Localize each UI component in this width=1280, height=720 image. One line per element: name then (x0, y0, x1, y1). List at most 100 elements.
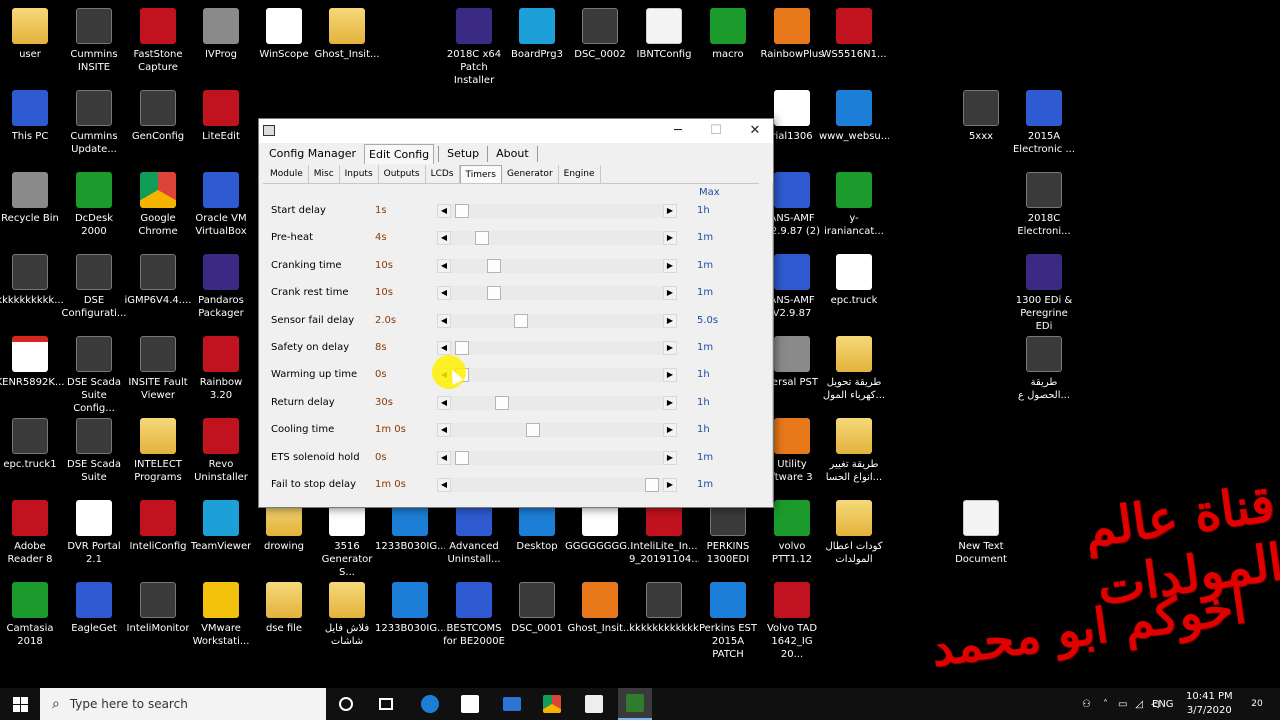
slider-right-arrow-icon[interactable]: ▶ (663, 204, 677, 218)
minimize-button[interactable]: ─ (659, 119, 697, 143)
desktop-icon[interactable]: Cummins INSITE (61, 8, 127, 74)
desktop-icon[interactable]: LiteEdit (188, 90, 254, 143)
timer-slider[interactable]: ◀▶ (437, 231, 677, 245)
desktop-icon[interactable]: dse file (251, 582, 317, 635)
timer-slider[interactable]: ◀▶ (437, 478, 677, 492)
desktop-icon[interactable]: user (0, 8, 63, 61)
notification-center[interactable]: 20 (1240, 688, 1274, 720)
desktop-icon[interactable]: volvo PTT1.12 (759, 500, 825, 566)
desktop-icon[interactable]: PERKINS 1300EDI (695, 500, 761, 566)
desktop-icon[interactable]: KENR5892K... (0, 336, 64, 389)
desktop-icon[interactable]: INTELECT Programs (125, 418, 191, 484)
desktop-icon[interactable]: DSE Scada Suite (61, 418, 127, 484)
timer-slider[interactable]: ◀▶ (437, 341, 677, 355)
people-icon[interactable]: ⚇ (1082, 699, 1091, 710)
close-button[interactable]: ✕ (736, 119, 774, 143)
slider-thumb[interactable] (455, 204, 469, 218)
desktop-icon[interactable]: DSE Scada Suite Config... (61, 336, 127, 415)
subtab-inputs[interactable]: Inputs (340, 165, 379, 183)
desktop-icon[interactable]: Oracle VM VirtualBox (188, 172, 254, 238)
tab-config-manager[interactable]: Config Manager (265, 144, 360, 164)
taskbar-mail[interactable] (500, 688, 524, 720)
desktop-icon[interactable]: Camtasia 2018 (0, 582, 63, 648)
slider-right-arrow-icon[interactable]: ▶ (663, 451, 677, 465)
battery-icon[interactable]: ▭ (1118, 699, 1127, 710)
desktop-icon[interactable]: Google Chrome (125, 172, 191, 238)
slider-thumb[interactable] (645, 478, 659, 492)
desktop-icon[interactable]: Recycle Bin (0, 172, 63, 225)
desktop-icon[interactable]: This PC (0, 90, 63, 143)
desktop-icon[interactable]: y-iraniancat... (821, 172, 887, 238)
timer-slider[interactable]: ◀▶ (437, 286, 677, 300)
slider-left-arrow-icon[interactable]: ◀ (437, 314, 451, 328)
slider-right-arrow-icon[interactable]: ▶ (663, 231, 677, 245)
timer-slider[interactable]: ◀▶ (437, 451, 677, 465)
desktop-icon[interactable]: DVR Portal 2.1 (61, 500, 127, 566)
desktop-icon[interactable]: EagleGet (61, 582, 127, 635)
desktop-icon[interactable]: BoardPrg3 (504, 8, 570, 61)
desktop-icon[interactable]: Cummins Update... (61, 90, 127, 156)
desktop-icon[interactable]: Volvo TAD 1642_IG 20... (759, 582, 825, 661)
slider-left-arrow-icon[interactable]: ◀ (437, 396, 451, 410)
maximize-button[interactable]: ☐ (697, 119, 735, 143)
desktop-icon[interactable]: WinScope (251, 8, 317, 61)
slider-thumb[interactable] (455, 451, 469, 465)
desktop-icon[interactable]: Ghost_Insit... (567, 582, 633, 635)
slider-right-arrow-icon[interactable]: ▶ (663, 341, 677, 355)
subtab-timers[interactable]: Timers (459, 165, 502, 183)
desktop-icon[interactable]: Ghost_Insit... (314, 8, 380, 61)
desktop-icon[interactable]: 2018C x64 Patch Installer (441, 8, 507, 87)
taskbar-search[interactable]: ⌕ Type here to search (40, 688, 326, 720)
desktop-icon[interactable]: DcDesk 2000 (61, 172, 127, 238)
slider-right-arrow-icon[interactable]: ▶ (663, 478, 677, 492)
timer-slider[interactable]: ◀▶ (437, 396, 677, 410)
desktop-icon[interactable]: WS5516N1... (821, 8, 887, 61)
desktop-icon[interactable]: IBNTConfig (631, 8, 697, 61)
subtab-generator[interactable]: Generator (502, 165, 559, 183)
slider-left-arrow-icon[interactable]: ◀ (437, 451, 451, 465)
slider-right-arrow-icon[interactable]: ▶ (663, 423, 677, 437)
slider-right-arrow-icon[interactable]: ▶ (663, 286, 677, 300)
tab-setup[interactable]: Setup (443, 144, 483, 164)
desktop-icon[interactable]: 2015A Electronic ... (1011, 90, 1077, 156)
slider-right-arrow-icon[interactable]: ▶ (663, 259, 677, 273)
desktop-icon[interactable]: 5xxx (948, 90, 1014, 143)
slider-thumb[interactable] (475, 231, 489, 245)
slider-left-arrow-icon[interactable]: ◀ (437, 478, 451, 492)
desktop-icon[interactable]: GenConfig (125, 90, 191, 143)
tab-edit-config[interactable]: Edit Config (364, 144, 435, 164)
desktop-icon[interactable]: InteliMonitor (125, 582, 191, 635)
taskbar-file[interactable] (582, 688, 606, 720)
taskbar-config-app[interactable] (618, 688, 652, 720)
show-hidden-icon[interactable]: ˄ (1103, 699, 1108, 710)
slider-left-arrow-icon[interactable]: ◀ (437, 259, 451, 273)
subtab-outputs[interactable]: Outputs (379, 165, 426, 183)
desktop-icon[interactable]: DSC_0001 (504, 582, 570, 635)
slider-left-arrow-icon[interactable]: ◀ (437, 231, 451, 245)
desktop-icon[interactable]: kkkkkkkkkkkk (629, 582, 699, 635)
language-indicator[interactable]: ENG (1152, 688, 1174, 720)
desktop-icon[interactable]: www_websu... (819, 90, 889, 143)
cortana-button[interactable] (334, 688, 358, 720)
slider-thumb[interactable] (487, 286, 501, 300)
desktop-icon[interactable]: RainbowPlus (759, 8, 825, 61)
desktop-icon[interactable]: Adobe Reader 8 (0, 500, 63, 566)
title-bar[interactable]: ─ ☐ ✕ (259, 119, 773, 143)
desktop-icon[interactable]: Rainbow 3.20 (188, 336, 254, 402)
desktop-icon[interactable]: IVProg (188, 8, 254, 61)
taskbar-edge[interactable] (418, 688, 442, 720)
taskbar-chrome[interactable] (540, 688, 564, 720)
desktop-icon[interactable]: DSE Configurati... (61, 254, 127, 320)
subtab-misc[interactable]: Misc (309, 165, 340, 183)
desktop-icon[interactable]: FastStone Capture (125, 8, 191, 74)
timer-slider[interactable]: ◀▶ (437, 204, 677, 218)
subtab-module[interactable]: Module (265, 165, 309, 183)
desktop-icon[interactable]: TeamViewer (188, 500, 254, 553)
slider-right-arrow-icon[interactable]: ▶ (663, 368, 677, 382)
slider-thumb[interactable] (495, 396, 509, 410)
desktop-icon[interactable]: طريقة تغيير انواع الحسا... (821, 418, 887, 484)
desktop-icon[interactable]: iGMP6V4.4.... (125, 254, 192, 307)
desktop-icon[interactable]: INSITE Fault Viewer (125, 336, 191, 402)
taskbar-store[interactable] (458, 688, 482, 720)
task-view-button[interactable] (374, 688, 398, 720)
